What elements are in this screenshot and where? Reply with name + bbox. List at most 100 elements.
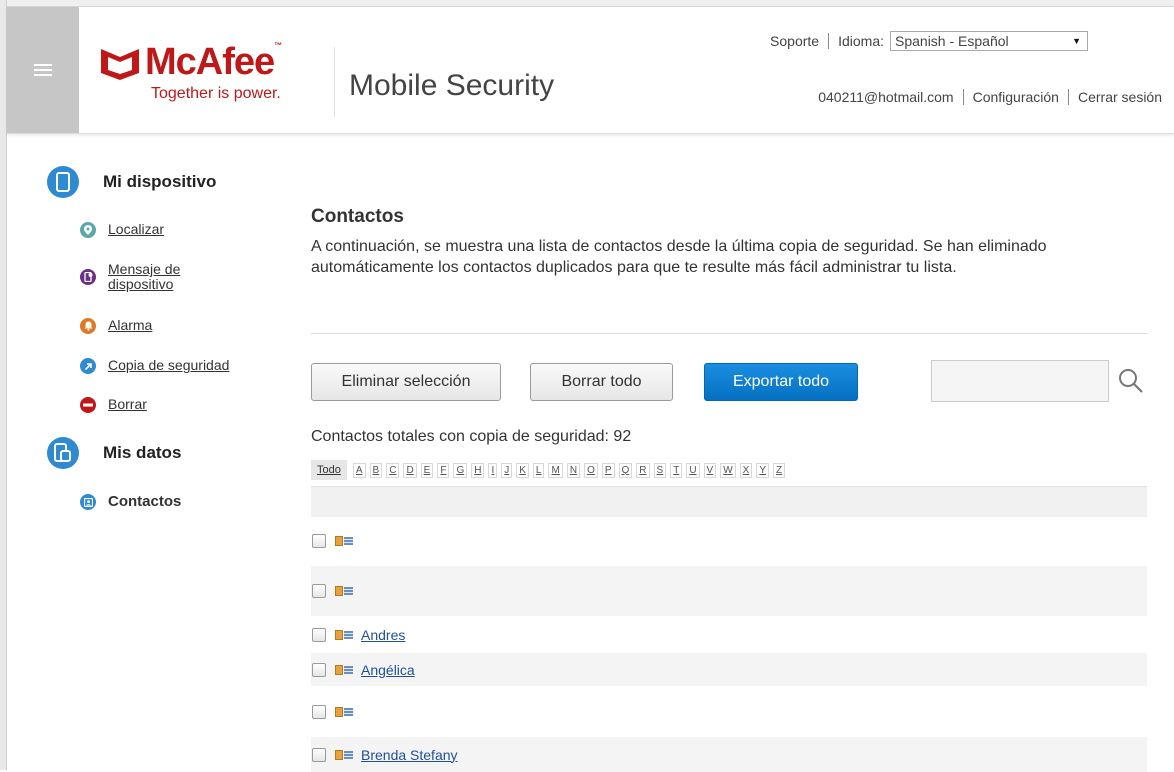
contact-card-icon (335, 664, 353, 675)
app-header: McAfee™ Together is power. Mobile Securi… (7, 7, 1174, 134)
filter-letter-v[interactable]: V (703, 462, 717, 478)
language-value: Spanish - Español (895, 33, 1009, 49)
sidebar-item-locate[interactable]: Localizar (80, 222, 164, 238)
contact-card-icon (335, 629, 353, 640)
table-row: Angélica (311, 653, 1147, 686)
filter-letter-k[interactable]: K (516, 462, 529, 478)
product-title: Mobile Security (349, 69, 555, 102)
sidebar-item-erase[interactable]: Borrar (80, 397, 147, 413)
row-checkbox[interactable] (312, 662, 326, 677)
filter-letter-q[interactable]: Q (618, 462, 633, 478)
export-all-button[interactable]: Exportar todo (704, 363, 858, 401)
mcafee-logo[interactable]: McAfee™ Together is power. (99, 41, 319, 107)
contacts-icon (80, 494, 96, 510)
phone-data-icon (47, 437, 79, 469)
chevron-down-icon: ▼ (1072, 36, 1081, 46)
contact-card-icon (335, 706, 353, 717)
delete-selection-button[interactable]: Eliminar selección (311, 363, 501, 401)
sidebar-section-my-data[interactable]: Mis datos (47, 437, 181, 469)
window-left-edge (0, 0, 7, 770)
filter-letter-o[interactable]: O (584, 462, 598, 478)
search-input[interactable] (931, 360, 1109, 402)
sidebar-section-label: Mis datos (103, 443, 182, 462)
user-nav: 040211@hotmail.com Configuración Cerrar … (818, 89, 1162, 105)
filter-letter-d[interactable]: D (403, 462, 417, 478)
alphabet-filter: Todo ABCDEFGHIJKLMNOPQRSTUVWXYZ (311, 460, 789, 480)
row-checkbox[interactable] (312, 627, 326, 642)
filter-letter-h[interactable]: H (471, 462, 485, 478)
page-description: A continuación, se muestra una lista de … (311, 238, 1047, 276)
row-checkbox[interactable] (312, 584, 326, 598)
contact-card-icon (335, 586, 353, 596)
table-row (311, 516, 1147, 566)
filter-letter-t[interactable]: T (670, 462, 683, 478)
brand-tagline: Together is power. (151, 85, 281, 102)
filter-letter-c[interactable]: C (386, 462, 400, 478)
language-select[interactable]: Spanish - Español ▼ (890, 31, 1088, 51)
filter-letter-g[interactable]: G (453, 462, 468, 478)
menu-button[interactable] (7, 7, 79, 133)
filter-letter-w[interactable]: W (720, 462, 736, 478)
sidebar-item-device-message[interactable]: Mensaje de dispositivo (80, 262, 228, 292)
sidebar-item-label: Copia de seguridad (108, 357, 230, 373)
filter-letter-m[interactable]: M (548, 462, 563, 478)
contact-name-link[interactable]: Brenda Stefany (361, 747, 458, 763)
hamburger-icon (34, 64, 52, 76)
filter-letter-p[interactable]: P (601, 462, 615, 478)
brand-name: McAfee™ (145, 41, 282, 83)
row-checkbox[interactable] (312, 534, 326, 548)
filter-letter-a[interactable]: A (352, 462, 366, 478)
filter-letter-x[interactable]: X (739, 462, 753, 478)
sidebar-item-backup[interactable]: Copia de seguridad (80, 358, 229, 374)
support-link[interactable]: Soporte (770, 33, 819, 49)
search-icon[interactable] (1118, 368, 1144, 394)
row-checkbox[interactable] (312, 747, 326, 762)
filter-letter-f[interactable]: F (437, 462, 450, 478)
row-checkbox[interactable] (312, 704, 326, 719)
sidebar-item-label: Contactos (108, 493, 182, 510)
nav-separator (962, 89, 964, 105)
filter-all[interactable]: Todo (311, 460, 347, 480)
sidebar-item-label: Mensaje de dispositivo (108, 261, 181, 292)
header-divider (334, 47, 335, 117)
table-row (311, 686, 1147, 737)
filter-letter-s[interactable]: S (653, 462, 667, 478)
device-message-icon (80, 269, 96, 285)
nav-separator (828, 33, 830, 49)
sidebar-item-alarm[interactable]: Alarma (80, 318, 152, 334)
filter-letter-l[interactable]: L (532, 462, 545, 478)
user-email-link[interactable]: 040211@hotmail.com (818, 89, 953, 105)
language-label: Idioma: (838, 33, 884, 49)
table-row (311, 566, 1147, 616)
contact-card-icon (335, 536, 353, 546)
sidebar-item-label: Alarma (108, 317, 153, 333)
filter-letter-z[interactable]: Z (773, 462, 786, 478)
filter-letter-i[interactable]: I (488, 462, 498, 478)
location-pin-icon (80, 222, 96, 238)
sidebar-section-my-device[interactable]: Mi dispositivo (47, 166, 216, 198)
delete-all-button[interactable]: Borrar todo (530, 363, 673, 401)
contact-name-link[interactable]: Andres (361, 627, 405, 643)
filter-letter-j[interactable]: J (501, 462, 513, 478)
sidebar-item-contacts[interactable]: Contactos (80, 494, 181, 510)
top-nav: Soporte Idioma: Spanish - Español ▼ (770, 31, 1088, 51)
filter-letter-n[interactable]: N (566, 462, 581, 478)
filter-letter-e[interactable]: E (420, 462, 434, 478)
divider (311, 333, 1147, 334)
settings-link[interactable]: Configuración (973, 89, 1059, 105)
filter-letter-y[interactable]: Y (756, 462, 770, 478)
contact-card-icon (335, 749, 353, 760)
nav-separator (1067, 89, 1069, 105)
table-row: Brenda Stefany (311, 737, 1147, 772)
erase-icon (80, 397, 96, 413)
table-header (311, 486, 1147, 517)
table-row: Andres (311, 616, 1147, 653)
filter-letter-b[interactable]: B (369, 462, 383, 478)
filter-letter-r[interactable]: R (636, 462, 650, 478)
contact-name-link[interactable]: Angélica (361, 662, 415, 678)
logout-link[interactable]: Cerrar sesión (1078, 89, 1162, 105)
backup-arrow-icon (80, 358, 96, 374)
filter-letter-u[interactable]: U (686, 462, 700, 478)
page-title: Contactos (311, 206, 404, 227)
window-top-edge (0, 0, 1174, 7)
